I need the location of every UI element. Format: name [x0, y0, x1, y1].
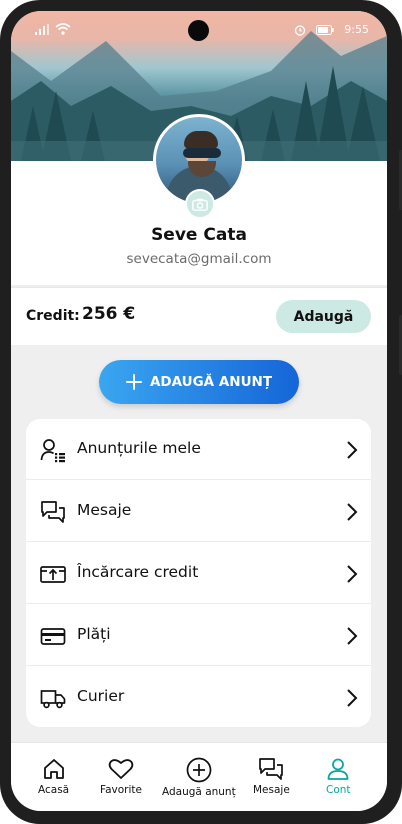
post-ad-button[interactable]: ADAUGĂ ANUNȚ [99, 360, 299, 404]
profile-email: sevecata@gmail.com [126, 251, 272, 267]
tab-label-favorites: Favorite [100, 784, 142, 796]
battery-icon [316, 24, 334, 35]
status-bar: 9:55 [11, 11, 387, 51]
account-menu: Anunțurile mele Mesaje Încărcare credit … [26, 419, 371, 727]
chevron-right-icon [347, 565, 358, 583]
status-left [35, 23, 71, 35]
menu-label-topup: Încărcare credit [77, 563, 199, 581]
tab-label-account: Cont [326, 784, 351, 796]
screen: 9:55 Seve Cata sevecata@gmail.com Credit… [11, 11, 387, 811]
menu-item-my-ads[interactable]: Anunțurile mele [26, 419, 371, 480]
credit-card: Credit: 256 € Adaugă [11, 287, 387, 345]
bottom-tab-bar: Acasă Favorite Adaugă anunț Mesaje Cont [11, 742, 387, 811]
tab-account[interactable]: Cont [326, 757, 351, 796]
alarm-icon [295, 24, 306, 36]
chevron-right-icon [347, 689, 358, 707]
menu-label-messages: Mesaje [77, 501, 132, 519]
front-camera [188, 20, 209, 41]
wallet-upload-icon [40, 561, 66, 587]
plus-icon [125, 374, 142, 390]
card-icon [40, 623, 66, 649]
camera-icon [192, 198, 208, 211]
user-icon [327, 758, 349, 780]
add-credit-button[interactable]: Adaugă [276, 300, 371, 333]
menu-item-messages[interactable]: Mesaje [26, 481, 371, 542]
menu-item-payments[interactable]: Plăți [26, 605, 371, 666]
tab-label-home: Acasă [38, 784, 70, 796]
menu-label-my-ads: Anunțurile mele [77, 439, 201, 457]
credit-label: Credit: [26, 308, 80, 324]
home-icon [43, 759, 64, 779]
menu-label-payments: Plăți [77, 625, 111, 643]
tab-add-ad[interactable]: Adaugă anunț [162, 757, 236, 798]
plus-circle-icon [186, 757, 212, 783]
chat-icon [259, 758, 284, 780]
menu-label-courier: Curier [77, 687, 125, 705]
chevron-right-icon [347, 503, 358, 521]
status-right: 9:55 [294, 23, 369, 36]
signal-icon [35, 24, 49, 35]
wifi-icon [55, 23, 71, 35]
chat-icon [40, 499, 66, 525]
user-list-icon [40, 437, 66, 463]
tab-messages[interactable]: Mesaje [253, 757, 290, 796]
phone-frame: 9:55 Seve Cata sevecata@gmail.com Credit… [0, 0, 402, 824]
heart-icon [108, 759, 134, 779]
tab-label-add-ad: Adaugă anunț [162, 786, 236, 798]
chevron-right-icon [347, 441, 358, 459]
tab-label-messages: Mesaje [253, 784, 290, 796]
post-ad-label: ADAUGĂ ANUNȚ [149, 374, 273, 390]
tab-favorites[interactable]: Favorite [100, 757, 142, 796]
chevron-right-icon [347, 627, 358, 645]
menu-item-courier[interactable]: Curier [26, 667, 371, 727]
menu-item-topup[interactable]: Încărcare credit [26, 543, 371, 604]
status-time: 9:55 [344, 23, 369, 36]
tab-home[interactable]: Acasă [38, 757, 69, 796]
credit-value: 256 € [82, 304, 136, 324]
profile-name: Seve Cata [151, 225, 247, 245]
change-photo-button[interactable] [185, 189, 215, 219]
truck-icon [40, 685, 66, 711]
